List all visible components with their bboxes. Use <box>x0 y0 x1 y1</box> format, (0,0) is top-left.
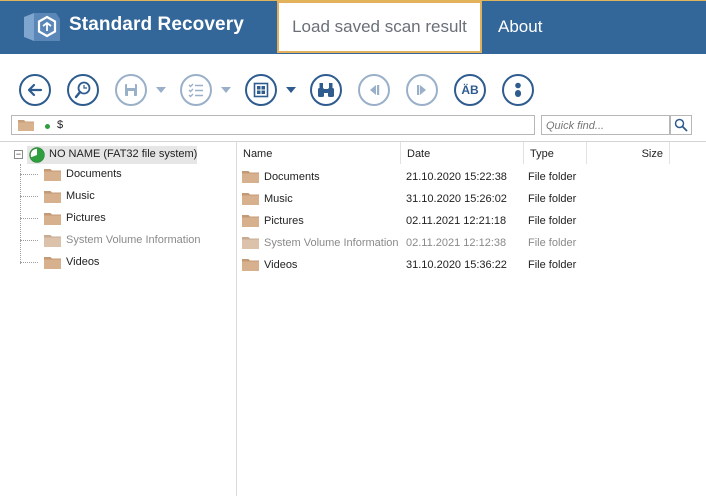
folder-icon <box>44 235 61 247</box>
info-icon <box>515 82 521 97</box>
folder-icon <box>242 237 259 249</box>
tree-item-documents[interactable]: Documents <box>20 165 220 183</box>
quick-find-input[interactable] <box>542 117 669 135</box>
tab-load-saved-scan[interactable]: Load saved scan result <box>277 1 482 53</box>
folder-icon <box>44 191 61 203</box>
tree-branch-line <box>20 174 38 175</box>
quick-find-button[interactable] <box>670 115 692 135</box>
tree-root-label: NO NAME (FAT32 file system) <box>49 148 198 160</box>
file-name: System Volume Information <box>264 237 399 249</box>
tree-root-node[interactable]: NO NAME (FAT32 file system) <box>27 146 197 164</box>
folder-tree-pane: − NO NAME (FAT32 file system) Documents … <box>0 141 237 496</box>
file-row-music[interactable]: Music 31.10.2020 15:26:02 File folder <box>237 187 706 209</box>
path-bar[interactable]: $ <box>11 115 535 135</box>
toolbar: ÄB <box>0 54 706 112</box>
tab-load-saved-scan-label: Load saved scan result <box>292 17 467 36</box>
view-mode-icon <box>253 82 269 98</box>
quick-find-box[interactable] <box>541 115 670 135</box>
next-icon <box>417 85 426 95</box>
tab-about[interactable]: About <box>498 17 542 37</box>
case-sensitive-icon: ÄB <box>461 83 479 97</box>
case-sensitive-button[interactable]: ÄB <box>454 74 486 106</box>
view-mode-button[interactable] <box>245 74 277 106</box>
file-date: 31.10.2020 15:36:22 <box>406 259 507 271</box>
partition-icon <box>29 147 45 163</box>
file-type: File folder <box>528 237 577 249</box>
folder-icon <box>44 257 61 269</box>
tree-item-videos[interactable]: Videos <box>20 253 220 271</box>
folder-icon <box>18 120 34 131</box>
app-header: Standard Recovery Load saved scan result… <box>0 0 706 54</box>
tree-item-music[interactable]: Music <box>20 187 220 205</box>
binoculars-icon <box>318 83 334 97</box>
tree-branch-line <box>20 218 38 219</box>
path-status-dot-icon <box>45 124 50 129</box>
back-button[interactable] <box>19 74 51 106</box>
tree-item-label: Videos <box>66 256 100 268</box>
search-magnifier-icon <box>74 81 91 99</box>
app-title: Standard Recovery <box>69 14 244 35</box>
file-date: 21.10.2020 15:22:38 <box>406 171 507 183</box>
tree-branch-line <box>20 240 38 241</box>
tree-item-pictures[interactable]: Pictures <box>20 209 220 227</box>
tree-item-label: Music <box>66 190 95 202</box>
file-name: Music <box>264 193 293 205</box>
find-button[interactable] <box>310 74 342 106</box>
folder-icon <box>44 213 61 225</box>
info-button[interactable] <box>502 74 534 106</box>
file-row-videos[interactable]: Videos 31.10.2020 15:36:22 File folder <box>237 253 706 275</box>
save-button[interactable] <box>115 74 147 106</box>
file-type: File folder <box>528 171 577 183</box>
view-mode-dropdown-arrow[interactable] <box>286 87 296 93</box>
file-row-documents[interactable]: Documents 21.10.2020 15:22:38 File folde… <box>237 165 706 187</box>
save-dropdown-arrow[interactable] <box>156 87 166 93</box>
tree-branch-line <box>20 196 38 197</box>
save-disk-icon <box>125 84 137 96</box>
checklist-button[interactable] <box>180 74 212 106</box>
file-row-pictures[interactable]: Pictures 02.11.2021 12:21:18 File folder <box>237 209 706 231</box>
file-type: File folder <box>528 193 577 205</box>
path-value: $ <box>57 119 64 131</box>
file-name: Pictures <box>264 215 304 227</box>
tree-item-system-volume-information[interactable]: System Volume Information <box>20 231 220 249</box>
checklist-dropdown-arrow[interactable] <box>221 87 231 93</box>
folder-icon <box>242 215 259 227</box>
search-icon <box>674 118 688 132</box>
search-button[interactable] <box>67 74 99 106</box>
file-row-system-volume-information[interactable]: System Volume Information 02.11.2021 12:… <box>237 231 706 253</box>
previous-button[interactable] <box>358 74 390 106</box>
tree-branch-line <box>20 262 38 263</box>
checklist-icon <box>188 83 203 98</box>
tree-collapse-toggle[interactable]: − <box>14 150 23 159</box>
file-list-pane: Name Date Type Size Documents 21.10.2020… <box>237 141 706 496</box>
next-button[interactable] <box>406 74 438 106</box>
file-name: Videos <box>264 259 298 271</box>
column-header-date[interactable]: Date <box>401 142 524 164</box>
folder-icon <box>242 193 259 205</box>
column-header-type[interactable]: Type <box>524 142 587 164</box>
file-date: 02.11.2021 12:12:38 <box>406 237 507 249</box>
tree-item-label: System Volume Information <box>66 234 201 246</box>
tree-item-label: Documents <box>66 168 122 180</box>
file-date: 31.10.2020 15:26:02 <box>406 193 507 205</box>
previous-icon <box>370 85 380 95</box>
file-type: File folder <box>528 259 577 271</box>
file-date: 02.11.2021 12:21:18 <box>406 215 507 227</box>
folder-icon <box>242 259 259 271</box>
folder-icon <box>44 169 61 181</box>
app-logo-icon <box>24 13 60 41</box>
file-name: Documents <box>264 171 320 183</box>
tree-root: − NO NAME (FAT32 file system) <box>14 146 197 164</box>
tree-item-label: Pictures <box>66 212 106 224</box>
column-header-name[interactable]: Name <box>237 142 401 164</box>
back-arrow-icon <box>27 83 43 97</box>
file-type: File folder <box>528 215 577 227</box>
column-header-size[interactable]: Size <box>587 142 670 164</box>
folder-icon <box>242 171 259 183</box>
